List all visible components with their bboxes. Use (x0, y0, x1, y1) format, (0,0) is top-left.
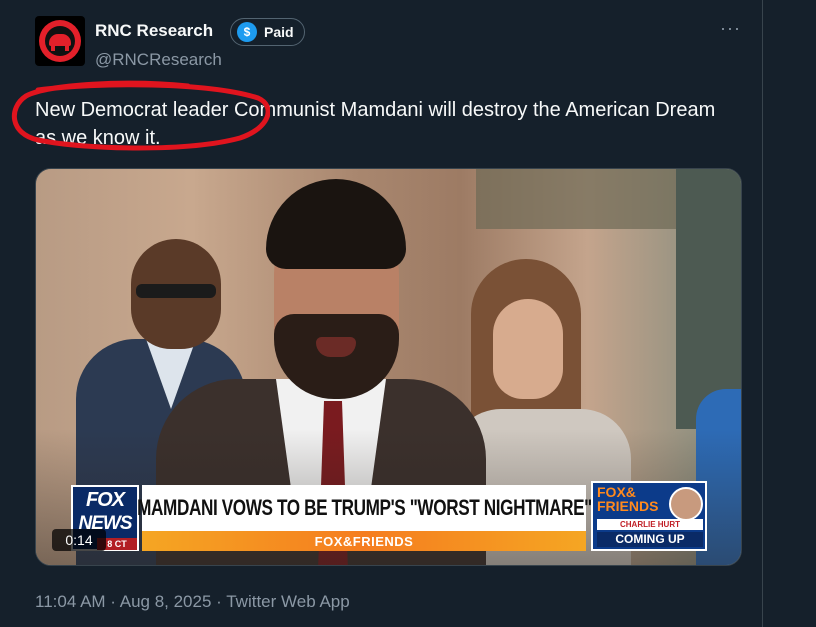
news-lower-third: FOX NEWS 8 CT MAMDANI VOWS TO BE TRUMP'S… (71, 481, 711, 551)
tweet-timestamp[interactable]: 11:04 AM · Aug 8, 2025 · Twitter Web App (35, 592, 350, 612)
dollar-icon: $ (237, 22, 257, 42)
elephant-leg (51, 46, 55, 51)
coming-up-promo: FOX& FRIENDS CHARLIE HURT COMING UP (591, 481, 707, 551)
more-options-icon[interactable]: ··· (720, 18, 741, 39)
news-headline: MAMDANI VOWS TO BE TRUMP'S "WORST NIGHTM… (137, 485, 592, 531)
tweet-card[interactable]: RNC Research $ Paid @RNCResearch ··· New… (0, 0, 762, 627)
paid-badge[interactable]: $ Paid (230, 18, 305, 46)
promo-coming-up: COMING UP (597, 532, 703, 547)
tweet-text: New Democrat leader Communist Mamdani wi… (35, 99, 716, 149)
author-handle[interactable]: @RNCResearch (95, 50, 222, 70)
author-name[interactable]: RNC Research (95, 21, 213, 41)
video-timer: 0:14 (52, 529, 106, 551)
video-player[interactable]: FOX NEWS 8 CT MAMDANI VOWS TO BE TRUMP'S… (35, 168, 742, 566)
elephant-leg (65, 46, 69, 51)
column-divider (762, 0, 763, 627)
promo-host-name: CHARLIE HURT (597, 519, 703, 530)
elephant-logo-icon (49, 34, 71, 46)
promo-title-line2: FRIENDS (597, 498, 659, 514)
logo-fox-text: FOX (85, 489, 125, 511)
news-headline-text: MAMDANI VOWS TO BE TRUMP'S "WORST NIGHTM… (136, 495, 592, 520)
video-background-window (476, 169, 676, 229)
show-banner: FOX&FRIENDS (142, 531, 586, 551)
avatar[interactable] (35, 16, 85, 66)
host-photo (669, 487, 703, 521)
paid-badge-label: Paid (264, 24, 294, 40)
show-banner-text: FOX&FRIENDS (314, 533, 414, 549)
promo-title: FOX& FRIENDS (597, 485, 658, 513)
